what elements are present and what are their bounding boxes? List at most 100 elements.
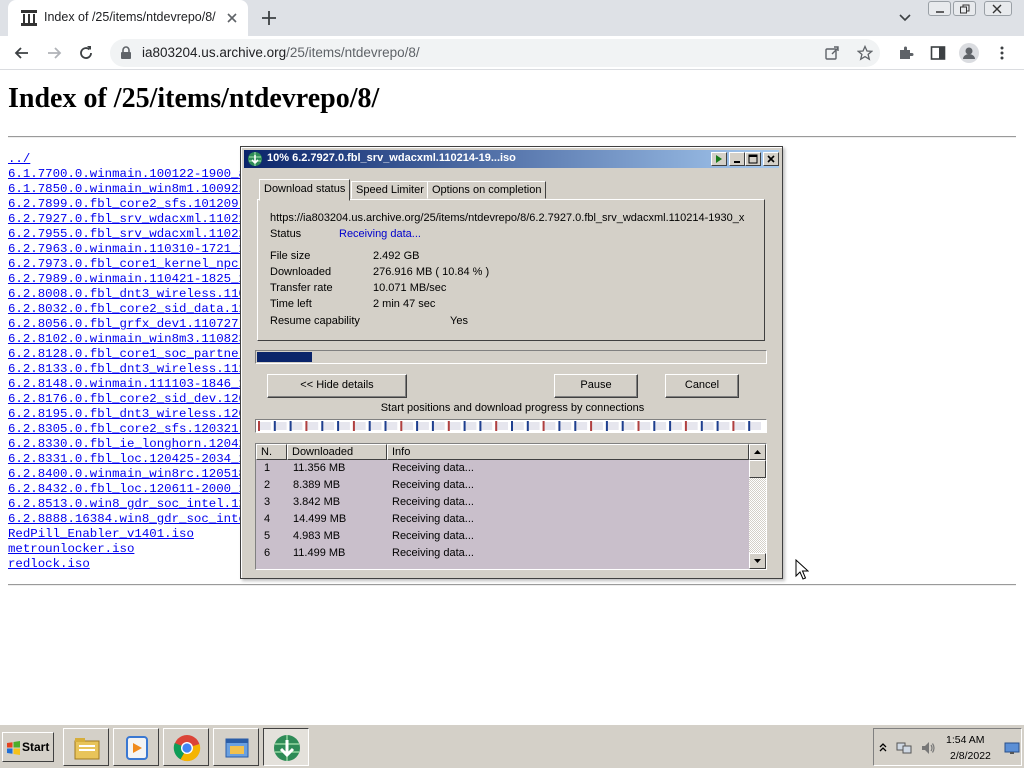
file-link[interactable]: 6.2.8008.0.fbl_dnt3_wireless.1105 bbox=[8, 287, 253, 301]
file-link[interactable]: 6.2.8305.0.fbl_core2_sfs.120321-1 bbox=[8, 422, 253, 436]
browser-tab[interactable]: Index of /25/items/ntdevrepo/8/ bbox=[8, 0, 248, 36]
table-row[interactable]: 5 4.983 MB Receiving data... bbox=[256, 528, 749, 545]
system-tray: 1:54 AM 2/8/2022 bbox=[873, 728, 1022, 766]
file-link[interactable]: 6.2.8888.16384.win8_gdr_soc_intel bbox=[8, 512, 253, 526]
table-row[interactable]: 2 8.389 MB Receiving data... bbox=[256, 477, 749, 494]
tab-options-on-completion[interactable]: Options on completion bbox=[427, 181, 547, 199]
column-header-downloaded[interactable]: Downloaded bbox=[287, 444, 387, 460]
side-panel-icon[interactable] bbox=[930, 45, 946, 61]
extensions-puzzle-icon[interactable] bbox=[898, 45, 914, 61]
taskbar-chrome-button[interactable] bbox=[163, 728, 209, 766]
file-link[interactable]: 6.1.7850.0.winmain_win8m1.100922- bbox=[8, 182, 253, 196]
file-link[interactable]: 6.2.8133.0.fbl_dnt3_wireless.1110 bbox=[8, 362, 253, 376]
dialog-minimize-button[interactable] bbox=[729, 152, 745, 166]
file-link[interactable]: 6.2.8032.0.fbl_core2_sid_data.110 bbox=[8, 302, 253, 316]
start-download-icon[interactable] bbox=[711, 152, 727, 166]
file-link[interactable]: 6.2.8331.0.fbl_loc.120425-2034_x8 bbox=[8, 452, 253, 466]
share-icon[interactable] bbox=[824, 45, 840, 61]
file-link[interactable]: 6.2.7963.0.winmain.110310-1721_x8 bbox=[8, 242, 253, 256]
volume-speaker-icon[interactable] bbox=[920, 740, 936, 756]
file-link[interactable]: 6.2.7973.0.fbl_core1_kernel_npc.1 bbox=[8, 257, 253, 271]
cell-info: Receiving data... bbox=[392, 496, 474, 508]
file-link[interactable]: metrounlocker.iso bbox=[8, 542, 134, 556]
dialog-title: 10% 6.2.7927.0.fbl_srv_wdacxml.110214-19… bbox=[267, 152, 516, 164]
network-icon[interactable] bbox=[896, 740, 912, 756]
forward-arrow-icon[interactable] bbox=[44, 43, 64, 63]
dialog-maximize-button[interactable] bbox=[745, 152, 761, 166]
tab-speed-limiter[interactable]: Speed Limiter bbox=[351, 181, 429, 199]
column-header-n[interactable]: N. bbox=[256, 444, 287, 460]
file-link[interactable]: 6.2.8195.0.fbl_dnt3_wireless.1202 bbox=[8, 407, 253, 421]
connection-start-marker bbox=[511, 421, 513, 431]
table-row[interactable]: 4 14.499 MB Receiving data... bbox=[256, 511, 749, 528]
scroll-down-button[interactable] bbox=[749, 553, 766, 569]
file-link[interactable]: 6.2.8056.0.fbl_grfx_dev1.110727-1 bbox=[8, 317, 253, 331]
clock-time[interactable]: 1:54 AM bbox=[946, 734, 985, 746]
file-link[interactable]: 6.2.8400.0.winmain_win8rc.120518- bbox=[8, 467, 253, 481]
restore-window-button[interactable] bbox=[953, 1, 976, 16]
download-dialog: 10% 6.2.7927.0.fbl_srv_wdacxml.110214-19… bbox=[240, 146, 783, 579]
file-link[interactable]: RedPill_Enabler_v1401.iso bbox=[8, 527, 194, 541]
file-link[interactable]: 6.1.7700.0.winmain.100122-1900_an bbox=[8, 167, 253, 181]
cell-downloaded: 11.356 MB bbox=[293, 462, 346, 474]
connection-start-marker bbox=[605, 421, 608, 431]
address-bar[interactable]: ia803204.us.archive.org/25/items/ntdevre… bbox=[110, 39, 880, 67]
more-options-icon[interactable] bbox=[994, 45, 1010, 61]
scroll-thumb[interactable] bbox=[749, 460, 766, 478]
back-arrow-icon[interactable] bbox=[12, 43, 32, 63]
app-window-icon bbox=[225, 738, 249, 758]
show-desktop-icon[interactable] bbox=[1004, 740, 1020, 756]
file-link[interactable]: 6.2.8128.0.fbl_core1_soc_partner bbox=[8, 347, 246, 361]
file-link[interactable]: 6.2.8330.0.fbl_ie_longhorn.120425 bbox=[8, 437, 253, 451]
dialog-close-button[interactable] bbox=[763, 152, 779, 166]
close-tab-icon[interactable] bbox=[224, 10, 240, 26]
column-header-info[interactable]: Info bbox=[387, 444, 749, 460]
dialog-title-bar[interactable]: 10% 6.2.7927.0.fbl_srv_wdacxml.110214-19… bbox=[244, 150, 779, 168]
table-scrollbar[interactable] bbox=[749, 444, 766, 569]
table-row[interactable]: 3 3.842 MB Receiving data... bbox=[256, 494, 749, 511]
file-link[interactable]: 6.2.7989.0.winmain.110421-1825_x8 bbox=[8, 272, 253, 286]
minimize-window-button[interactable] bbox=[928, 1, 951, 16]
download-status-panel: https://ia803204.us.archive.org/25/items… bbox=[257, 199, 765, 341]
show-hidden-icons-chevron-icon[interactable] bbox=[878, 740, 888, 756]
scroll-up-button[interactable] bbox=[749, 444, 766, 460]
file-link[interactable]: 6.2.8513.0.win8_gdr_soc_intel.120 bbox=[8, 497, 253, 511]
tab-download-status[interactable]: Download status bbox=[259, 179, 351, 201]
start-label: Start bbox=[22, 740, 50, 754]
pause-button[interactable]: Pause bbox=[554, 374, 638, 398]
lock-icon[interactable] bbox=[120, 46, 132, 60]
file-link[interactable]: ../ bbox=[8, 152, 30, 166]
bookmark-star-icon[interactable] bbox=[857, 45, 873, 61]
taskbar-media-player-button[interactable] bbox=[113, 728, 159, 766]
connection-start-marker bbox=[258, 421, 260, 431]
cell-info: Receiving data... bbox=[392, 530, 474, 542]
windows-flag-icon bbox=[7, 741, 20, 755]
profile-avatar-icon[interactable] bbox=[959, 43, 979, 63]
table-row[interactable]: 1 11.356 MB Receiving data... bbox=[256, 460, 749, 477]
taskbar-window-button[interactable] bbox=[213, 728, 259, 766]
hide-details-button[interactable]: << Hide details bbox=[267, 374, 407, 398]
url-text[interactable]: ia803204.us.archive.org/25/items/ntdevre… bbox=[142, 45, 420, 60]
clock-date[interactable]: 2/8/2022 bbox=[950, 750, 991, 762]
start-button[interactable]: Start bbox=[2, 732, 54, 762]
taskbar-idm-button[interactable] bbox=[263, 728, 309, 766]
new-tab-icon[interactable] bbox=[260, 9, 278, 27]
connection-start-marker bbox=[558, 421, 561, 431]
reload-icon[interactable] bbox=[76, 43, 96, 63]
table-row[interactable]: 6 11.499 MB Receiving data... bbox=[256, 545, 749, 562]
file-link[interactable]: 6.2.8432.0.fbl_loc.120611-2000_x8 bbox=[8, 482, 253, 496]
file-link[interactable]: 6.2.7955.0.fbl_srv_wdacxml.110228 bbox=[8, 227, 253, 241]
cell-connection-number: 3 bbox=[264, 496, 271, 508]
file-link[interactable]: 6.2.8176.0.fbl_core2_sid_dev.1201 bbox=[8, 392, 253, 406]
file-link[interactable]: 6.2.7927.0.fbl_srv_wdacxml.110214 bbox=[8, 212, 253, 226]
file-link[interactable]: 6.2.7899.0.fbl_core2_sfs.101209-1 bbox=[8, 197, 253, 211]
tab-search-chevron-icon[interactable] bbox=[898, 11, 912, 25]
close-window-button[interactable] bbox=[984, 1, 1012, 16]
file-link[interactable]: 6.2.8148.0.winmain.111103-1846_x8 bbox=[8, 377, 253, 391]
cancel-button[interactable]: Cancel bbox=[665, 374, 739, 398]
file-link[interactable]: redlock.iso bbox=[8, 557, 90, 571]
taskbar-explorer-button[interactable] bbox=[63, 728, 109, 766]
file-link[interactable]: 6.2.8102.0.winmain_win8m3.110823- bbox=[8, 332, 253, 346]
idm-icon bbox=[274, 735, 300, 761]
connection-start-marker bbox=[368, 421, 371, 431]
